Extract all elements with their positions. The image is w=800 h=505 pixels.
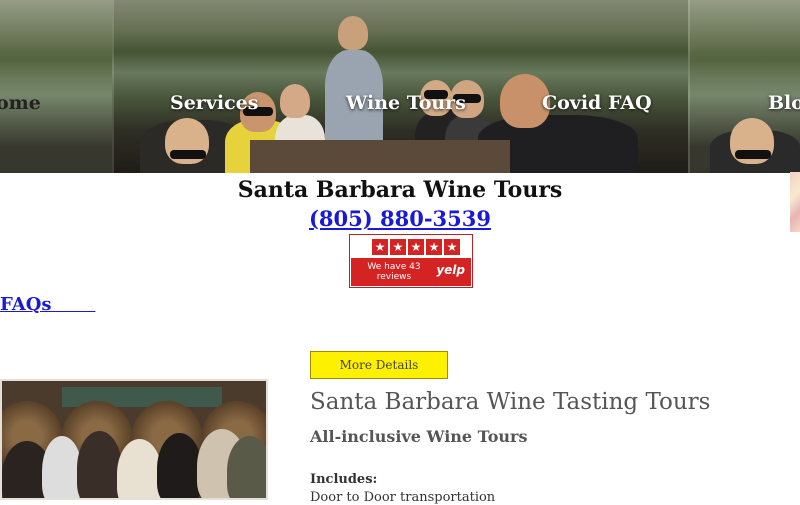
hero-banner: Home Services Wine Tours Covid FAQ Blog xyxy=(0,0,800,173)
photo-person xyxy=(77,431,122,498)
page-title: Santa Barbara Wine Tours xyxy=(237,177,563,203)
nav-wine-tours[interactable]: Wine Tours xyxy=(346,92,466,114)
includes-label: Includes: xyxy=(310,472,378,487)
photo-person xyxy=(42,436,82,498)
tour-title: Santa Barbara Wine Tasting Tours xyxy=(310,389,711,415)
nav-covid-faq[interactable]: Covid FAQ xyxy=(542,92,652,114)
tour-photo xyxy=(0,379,268,500)
yelp-reviews-text: We have 43 reviews xyxy=(367,262,421,282)
nav-services[interactable]: Services xyxy=(170,92,258,114)
hero-person-face xyxy=(338,16,368,50)
yelp-logo-icon: yelp xyxy=(436,263,465,277)
hero-picnic-table xyxy=(250,140,510,173)
photo-person xyxy=(117,439,162,498)
side-thumbnail xyxy=(790,172,800,232)
yelp-bar: We have 43 reviews yelp xyxy=(351,258,471,286)
faqs-link[interactable]: FAQs xyxy=(0,294,95,315)
phone-link[interactable]: (805) 880-3539 xyxy=(0,206,800,231)
star-icon: ★ xyxy=(444,239,460,255)
hero-left-panel xyxy=(0,0,112,173)
star-icon: ★ xyxy=(390,239,406,255)
hero-seam-left xyxy=(112,0,114,173)
star-icon: ★ xyxy=(426,239,442,255)
includes-item: Door to Door transportation xyxy=(310,490,496,505)
star-icon: ★ xyxy=(408,239,424,255)
hero-person-face xyxy=(280,84,310,118)
nav-blog[interactable]: Blog xyxy=(768,92,800,114)
tour-subtitle: All-inclusive Wine Tours xyxy=(310,427,528,446)
faqs-link-label: FAQs xyxy=(0,294,52,315)
nav-home[interactable]: Home xyxy=(0,92,41,114)
hero-seam-right xyxy=(688,0,690,173)
more-details-button[interactable]: More Details xyxy=(310,351,448,379)
yelp-stars: ★ ★ ★ ★ ★ xyxy=(372,239,460,255)
star-icon: ★ xyxy=(372,239,388,255)
sunglasses-icon xyxy=(735,150,771,159)
photo-person xyxy=(157,433,202,498)
sunglasses-icon xyxy=(170,150,206,159)
photo-person xyxy=(227,436,266,498)
yelp-badge[interactable]: ★ ★ ★ ★ ★ We have 43 reviews yelp xyxy=(349,234,473,288)
